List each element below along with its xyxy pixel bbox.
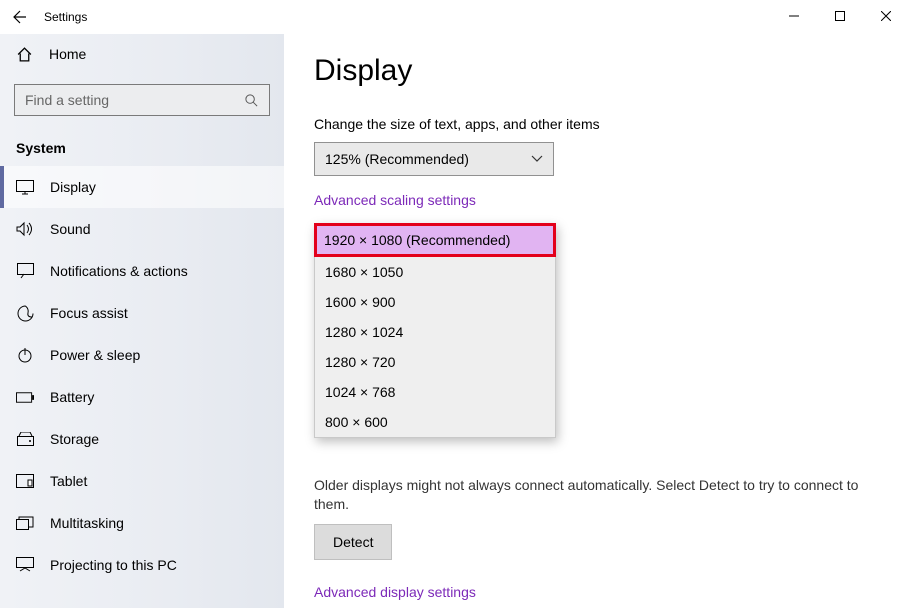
advanced-display-link[interactable]: Advanced display settings <box>314 584 476 600</box>
sidebar-item-sound[interactable]: Sound <box>0 208 284 250</box>
power-icon <box>16 347 34 363</box>
sound-icon <box>16 221 34 237</box>
nav-label: Power & sleep <box>50 347 140 363</box>
multitasking-icon <box>16 516 34 530</box>
nav-label: Focus assist <box>50 305 128 321</box>
sidebar-item-power-sleep[interactable]: Power & sleep <box>0 334 284 376</box>
resolution-option[interactable]: 1024 × 768 <box>315 377 555 407</box>
scale-dropdown[interactable]: 125% (Recommended) <box>314 142 554 176</box>
resolution-option[interactable]: 1920 × 1080 (Recommended) <box>314 223 556 257</box>
projecting-icon <box>16 557 34 573</box>
tablet-icon <box>16 474 34 488</box>
sidebar-item-focus-assist[interactable]: Focus assist <box>0 292 284 334</box>
home-icon <box>16 46 33 63</box>
maximize-button[interactable] <box>817 0 863 32</box>
resolution-option[interactable]: 1280 × 720 <box>315 347 555 377</box>
titlebar: Settings <box>0 0 909 34</box>
nav-label: Sound <box>50 221 90 237</box>
search-icon <box>244 93 259 108</box>
main-content: Display Change the size of text, apps, a… <box>284 34 909 608</box>
scale-value: 125% (Recommended) <box>325 151 469 167</box>
sidebar: Home Find a setting System Display Sound… <box>0 34 284 608</box>
focus-assist-icon <box>16 305 34 322</box>
detect-button[interactable]: Detect <box>314 524 392 560</box>
close-button[interactable] <box>863 0 909 32</box>
window-controls <box>771 0 909 32</box>
minimize-icon <box>789 11 799 21</box>
battery-icon <box>16 392 34 403</box>
detect-text: Older displays might not always connect … <box>314 476 879 514</box>
app-title: Settings <box>44 10 87 24</box>
sidebar-item-notifications[interactable]: Notifications & actions <box>0 250 284 292</box>
resolution-option[interactable]: 1600 × 900 <box>315 287 555 317</box>
sidebar-item-tablet[interactable]: Tablet <box>0 460 284 502</box>
nav-label: Storage <box>50 431 99 447</box>
arrow-left-icon <box>12 9 28 25</box>
resolution-dropdown-list: 1920 × 1080 (Recommended) 1680 × 1050 16… <box>314 223 556 438</box>
sidebar-item-multitasking[interactable]: Multitasking <box>0 502 284 544</box>
sidebar-item-display[interactable]: Display <box>0 166 284 208</box>
sidebar-item-projecting[interactable]: Projecting to this PC <box>0 544 284 586</box>
nav-label: Tablet <box>50 473 87 489</box>
resolution-option[interactable]: 1280 × 1024 <box>315 317 555 347</box>
sidebar-section: System <box>0 130 284 166</box>
notifications-icon <box>16 263 34 279</box>
nav-label: Multitasking <box>50 515 124 531</box>
resolution-option[interactable]: 800 × 600 <box>315 407 555 437</box>
maximize-icon <box>835 11 845 21</box>
sidebar-home-label: Home <box>49 46 86 62</box>
back-button[interactable] <box>0 0 40 34</box>
nav-label: Projecting to this PC <box>50 557 177 573</box>
scale-label: Change the size of text, apps, and other… <box>314 116 879 132</box>
minimize-button[interactable] <box>771 0 817 32</box>
nav-label: Battery <box>50 389 94 405</box>
search-input[interactable]: Find a setting <box>14 84 270 116</box>
close-icon <box>881 11 891 21</box>
body: Home Find a setting System Display Sound… <box>0 34 909 608</box>
resolution-option[interactable]: 1680 × 1050 <box>315 257 555 287</box>
sidebar-item-battery[interactable]: Battery <box>0 376 284 418</box>
search-placeholder: Find a setting <box>25 92 109 108</box>
advanced-scaling-link[interactable]: Advanced scaling settings <box>314 192 476 208</box>
page-title: Display <box>314 54 879 88</box>
sidebar-item-storage[interactable]: Storage <box>0 418 284 460</box>
nav-label: Notifications & actions <box>50 263 188 279</box>
sidebar-home[interactable]: Home <box>0 34 284 74</box>
nav-label: Display <box>50 179 96 195</box>
storage-icon <box>16 432 34 446</box>
settings-window: Settings Home Find a setting System Disp… <box>0 0 909 608</box>
chevron-down-icon <box>531 155 543 163</box>
display-icon <box>16 180 34 195</box>
